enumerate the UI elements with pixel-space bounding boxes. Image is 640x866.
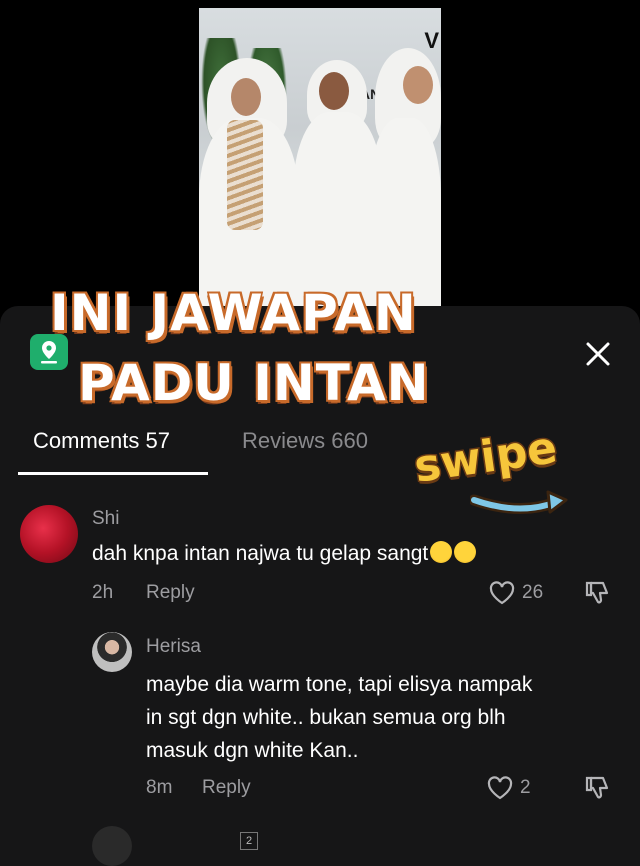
- comment-time: 8m: [146, 777, 173, 798]
- comment-username[interactable]: Shi: [92, 508, 119, 530]
- like-count: 26: [522, 582, 544, 603]
- reply-button[interactable]: Reply: [146, 582, 195, 604]
- face: [403, 66, 433, 104]
- grinning-sweat-emoji-icon: [454, 541, 477, 563]
- comment-body: dah knpa intan najwa tu gelap sangt: [92, 542, 429, 565]
- comment-line: masuk dgn white Kan..: [146, 739, 359, 762]
- thumbs-down-icon: [585, 581, 609, 604]
- comment-text: dah knpa intan najwa tu gelap sangt: [92, 537, 477, 570]
- headline-line-2: PADU INTAN: [77, 354, 430, 412]
- reply-button[interactable]: Reply: [202, 777, 251, 799]
- page-indicator: 2: [240, 832, 258, 850]
- comment-time: 2h: [92, 582, 114, 603]
- grinning-sweat-emoji-icon: [430, 541, 453, 563]
- face: [319, 72, 349, 110]
- heart-icon: [487, 776, 513, 800]
- face: [231, 78, 261, 116]
- tab-comments[interactable]: Comments 57: [33, 428, 170, 454]
- thumbs-down-icon: [585, 776, 609, 799]
- comment-line: in sgt dgn white.. bukan semua org blh: [146, 706, 506, 729]
- dress: [369, 118, 441, 308]
- comment-text: maybe dia warm tone, tapi elisya nampak …: [146, 668, 532, 767]
- avatar[interactable]: [20, 505, 78, 563]
- dislike-button[interactable]: [584, 578, 614, 613]
- comment-username[interactable]: Herisa: [146, 636, 201, 658]
- heart-icon: [489, 581, 515, 605]
- active-tab-indicator: [18, 472, 208, 475]
- backdrop-text-top: V: [424, 28, 439, 53]
- like-count: 2: [520, 777, 531, 798]
- like-button[interactable]: 26: [488, 580, 543, 606]
- like-button[interactable]: 2: [486, 775, 531, 801]
- tab-reviews[interactable]: Reviews 660: [242, 428, 368, 454]
- avatar[interactable]: [92, 632, 132, 672]
- comment-line: maybe dia warm tone, tapi elisya nampak: [146, 673, 533, 696]
- beaded-detail: [227, 120, 263, 230]
- dislike-button[interactable]: [584, 773, 614, 808]
- avatar[interactable]: [92, 826, 132, 866]
- headline-line-1: INI JAWAPAN: [49, 284, 418, 342]
- video-thumbnail[interactable]: NGAN V: [199, 8, 441, 308]
- swipe-arrow-icon: [470, 490, 568, 514]
